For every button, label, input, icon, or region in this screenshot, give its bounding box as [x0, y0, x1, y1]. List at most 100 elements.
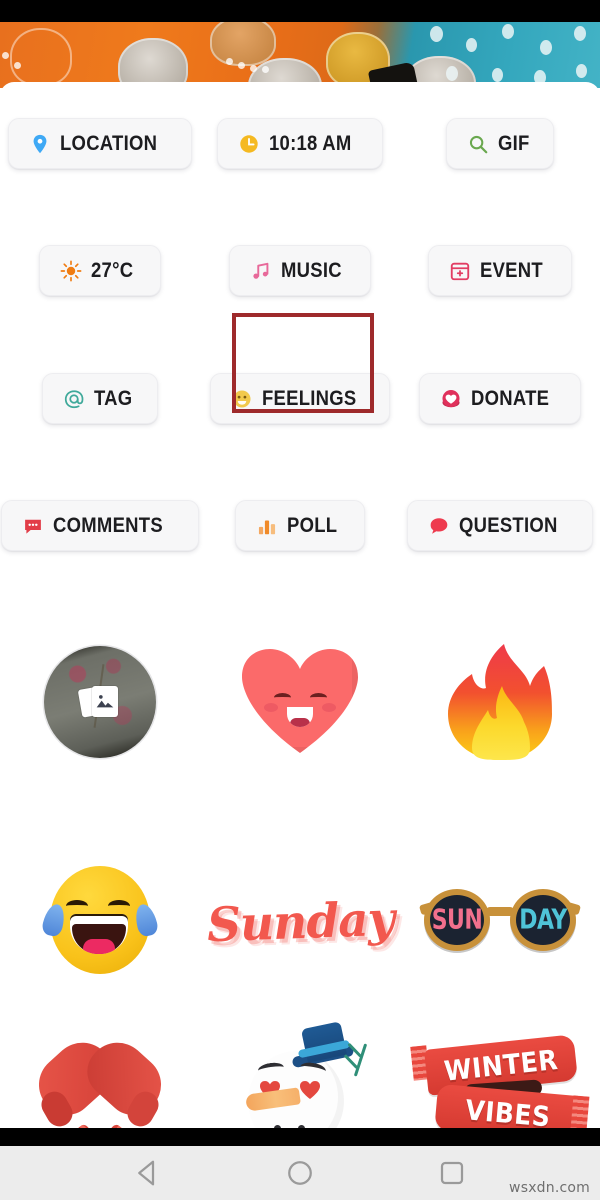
sticker-chip-row: 27°C MUSIC EVENT [0, 245, 600, 296]
chip-label: DONATE [471, 386, 550, 410]
heart-blush-right [322, 703, 336, 712]
sticker-cell[interactable]: Sunday [200, 847, 400, 997]
photo-artwork [0, 22, 600, 88]
sticker-cell[interactable] [0, 1017, 200, 1128]
chip-donate[interactable]: DONATE [419, 373, 581, 424]
chip-temperature[interactable]: 27°C [39, 245, 161, 296]
polka-dot-icon [502, 24, 514, 39]
chip-label: LOCATION [60, 131, 158, 155]
chip-cell: MUSIC [200, 245, 400, 296]
sunday-sunglasses-sticker[interactable]: SUN DAY [418, 889, 582, 955]
bead-dot-icon [250, 65, 257, 72]
photo-picker-sticker[interactable] [40, 642, 160, 762]
chip-label: TAG [93, 386, 133, 410]
shades-lens-text-right: DAY [519, 904, 567, 936]
scarf-fringe-right [570, 1095, 590, 1128]
bead-dot-icon [14, 62, 21, 69]
polka-dot-icon [540, 40, 552, 55]
sticker-cell[interactable]: WINTER VIBES [400, 1017, 600, 1128]
at-sign-icon [64, 389, 84, 408]
chip-comments[interactable]: COMMENTS [1, 500, 199, 551]
chip-cell: POLL [200, 500, 400, 551]
heart-eye-right [310, 693, 327, 702]
sticker-cell[interactable] [400, 627, 600, 777]
chip-location[interactable]: LOCATION [8, 118, 192, 169]
home-button[interactable] [285, 1158, 315, 1188]
chip-time[interactable]: 10:18 AM [216, 118, 384, 169]
buddha-face-icon [10, 28, 72, 86]
heart-mouth [287, 707, 313, 727]
sticker-row: WINTER VIBES [0, 1017, 600, 1128]
chip-label: POLL [286, 513, 338, 537]
back-button[interactable] [133, 1158, 163, 1188]
screen-letterbox-bottom [0, 1128, 600, 1146]
sticker-row: Sunday SUN DAY [0, 847, 600, 997]
search-icon [469, 135, 487, 153]
bead-dot-icon [262, 66, 269, 73]
chip-cell: EVENT [400, 245, 600, 296]
chip-tag[interactable]: TAG [41, 373, 159, 424]
polka-dot-icon [466, 38, 477, 52]
joy-eye-left [66, 900, 88, 912]
chip-question[interactable]: QUESTION [407, 500, 593, 551]
chip-feelings[interactable]: FEELINGS [209, 373, 391, 424]
chip-music[interactable]: MUSIC [228, 245, 372, 296]
sticker-cell[interactable] [0, 627, 200, 777]
scarf-band-bottom: VIBES [434, 1083, 582, 1128]
polka-dot-icon [576, 64, 587, 78]
recents-button[interactable] [437, 1158, 467, 1188]
sticker-cell[interactable] [200, 627, 400, 777]
watermark: wsxdn.com [509, 1180, 590, 1196]
polka-dot-icon [492, 68, 503, 82]
chip-cell: TAG [0, 373, 200, 424]
bead-dot-icon [238, 62, 245, 69]
polka-dot-icon [430, 26, 443, 42]
chip-label: GIF [497, 131, 530, 155]
gallery-icon [77, 684, 120, 720]
polka-dot-icon [446, 66, 458, 81]
sticker-chip-row: TAG FEELINGS DONATE [0, 373, 600, 424]
sticker-cell[interactable] [0, 847, 200, 997]
buddha-face-icon [210, 22, 276, 66]
sun-icon [60, 260, 82, 281]
chip-cell: LOCATION [0, 118, 200, 169]
sticker-row [0, 627, 600, 777]
sticker-sheet: LOCATION 10:18 AM GIF 27°C MUSIC EVENT T… [0, 82, 600, 1128]
map-pin-icon [33, 134, 47, 153]
chip-poll[interactable]: POLL [234, 500, 366, 551]
heart-coin-icon [442, 389, 460, 407]
chip-cell: FEELINGS [200, 373, 400, 424]
bead-dot-icon [2, 52, 9, 59]
sticker-cell[interactable] [200, 1017, 400, 1128]
snowman-sticker[interactable] [240, 1021, 368, 1128]
sunday-word-sticker[interactable]: Sunday [206, 891, 395, 952]
sticker-cell[interactable]: SUN DAY [400, 847, 600, 997]
polka-dot-icon [574, 26, 586, 41]
chip-cell: 27°C [0, 245, 200, 296]
photo-circle[interactable] [44, 646, 156, 758]
tears-of-joy-sticker[interactable] [40, 866, 160, 978]
photo-letterbox [0, 0, 600, 22]
happy-heart-sticker[interactable] [242, 649, 358, 755]
winter-vibes-sticker[interactable]: WINTER VIBES [410, 1034, 590, 1128]
chip-label: FEELINGS [261, 386, 357, 410]
chip-label: 10:18 AM [268, 131, 352, 155]
mittens-heart-sticker[interactable] [26, 1030, 174, 1128]
heart-eye-left [274, 693, 291, 702]
chip-gif[interactable]: GIF [445, 118, 555, 169]
buddha-face-icon [118, 38, 188, 88]
snowman-pine-sprig-icon [353, 1043, 368, 1077]
scarf-text-top: WINTER [442, 1043, 560, 1087]
heart-blush-left [264, 703, 278, 712]
joy-eye-right [108, 900, 130, 912]
question-bubble-icon [431, 517, 448, 534]
post-photo-preview[interactable] [0, 0, 600, 88]
chip-event[interactable]: EVENT [427, 245, 573, 296]
shades-lens-text-left: SUN [431, 904, 483, 936]
scarf-text-bottom: VIBES [464, 1093, 552, 1128]
chip-cell: GIF [400, 118, 600, 169]
clock-icon [239, 134, 258, 153]
phone-screen: LOCATION 10:18 AM GIF 27°C MUSIC EVENT T… [0, 0, 600, 1200]
fire-sticker[interactable] [448, 644, 552, 760]
heart-body [242, 649, 358, 755]
